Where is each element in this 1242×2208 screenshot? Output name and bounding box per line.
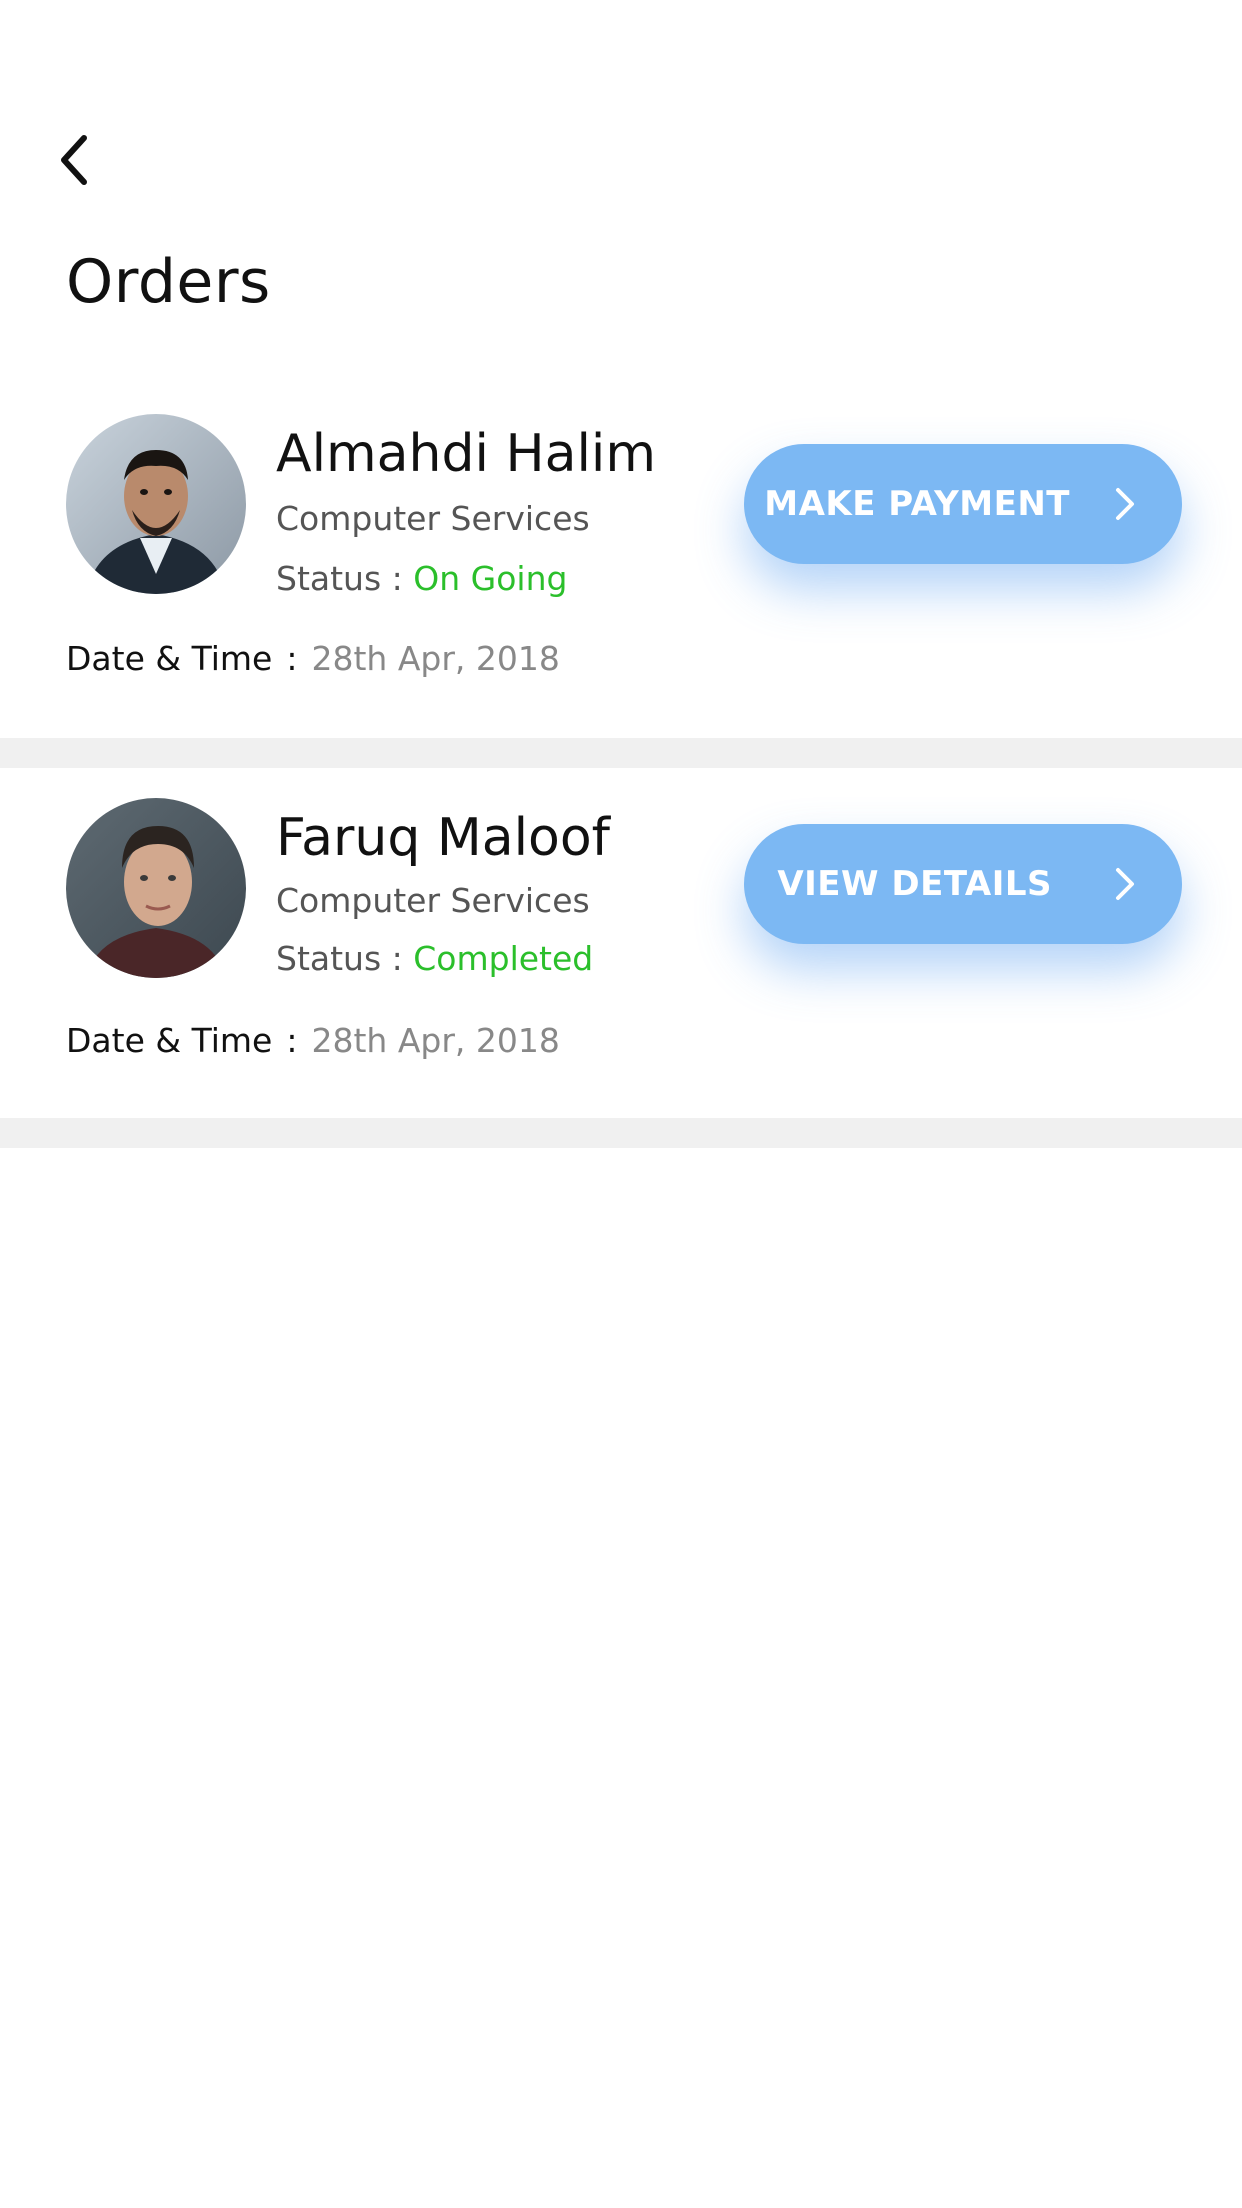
date-time-label: Date & Time bbox=[66, 639, 273, 678]
status-value: Completed bbox=[413, 939, 594, 978]
status-line: Status : On Going bbox=[276, 562, 567, 595]
chevron-right-icon bbox=[1116, 868, 1134, 900]
customer-name: Almahdi Halim bbox=[276, 424, 656, 484]
customer-name: Faruq Maloof bbox=[276, 808, 610, 868]
order-card: Faruq Maloof Computer Services Status : … bbox=[0, 768, 1242, 1118]
status-line: Status : Completed bbox=[276, 942, 593, 975]
date-time-value: 28th Apr, 2018 bbox=[311, 639, 560, 678]
status-label: Status : bbox=[276, 559, 403, 598]
date-time-label: Date & Time bbox=[66, 1021, 273, 1060]
divider bbox=[0, 738, 1242, 768]
back-button[interactable] bbox=[50, 128, 100, 192]
order-card: Almahdi Halim Computer Services Status :… bbox=[0, 388, 1242, 738]
status-label: Status : bbox=[276, 939, 403, 978]
service-type: Computer Services bbox=[276, 881, 590, 920]
avatar bbox=[66, 798, 246, 978]
divider bbox=[0, 1118, 1242, 1148]
avatar bbox=[66, 414, 246, 594]
page-title: Orders bbox=[66, 247, 271, 317]
service-type: Computer Services bbox=[276, 499, 590, 538]
date-time-row: Date & Time:28th Apr, 2018 bbox=[66, 642, 560, 675]
make-payment-button[interactable]: MAKE PAYMENT bbox=[744, 444, 1182, 564]
date-time-separator: : bbox=[286, 1021, 298, 1060]
view-details-button[interactable]: VIEW DETAILS bbox=[744, 824, 1182, 944]
date-time-row: Date & Time:28th Apr, 2018 bbox=[66, 1024, 560, 1057]
status-value: On Going bbox=[413, 559, 568, 598]
chevron-left-icon bbox=[61, 135, 87, 185]
button-label: MAKE PAYMENT bbox=[764, 484, 1070, 524]
orders-screen: Orders Almahdi Halim Computer Services S… bbox=[0, 0, 1242, 2208]
date-time-value: 28th Apr, 2018 bbox=[311, 1021, 560, 1060]
chevron-right-icon bbox=[1116, 488, 1134, 520]
date-time-separator: : bbox=[286, 639, 298, 678]
button-label: VIEW DETAILS bbox=[777, 864, 1052, 904]
